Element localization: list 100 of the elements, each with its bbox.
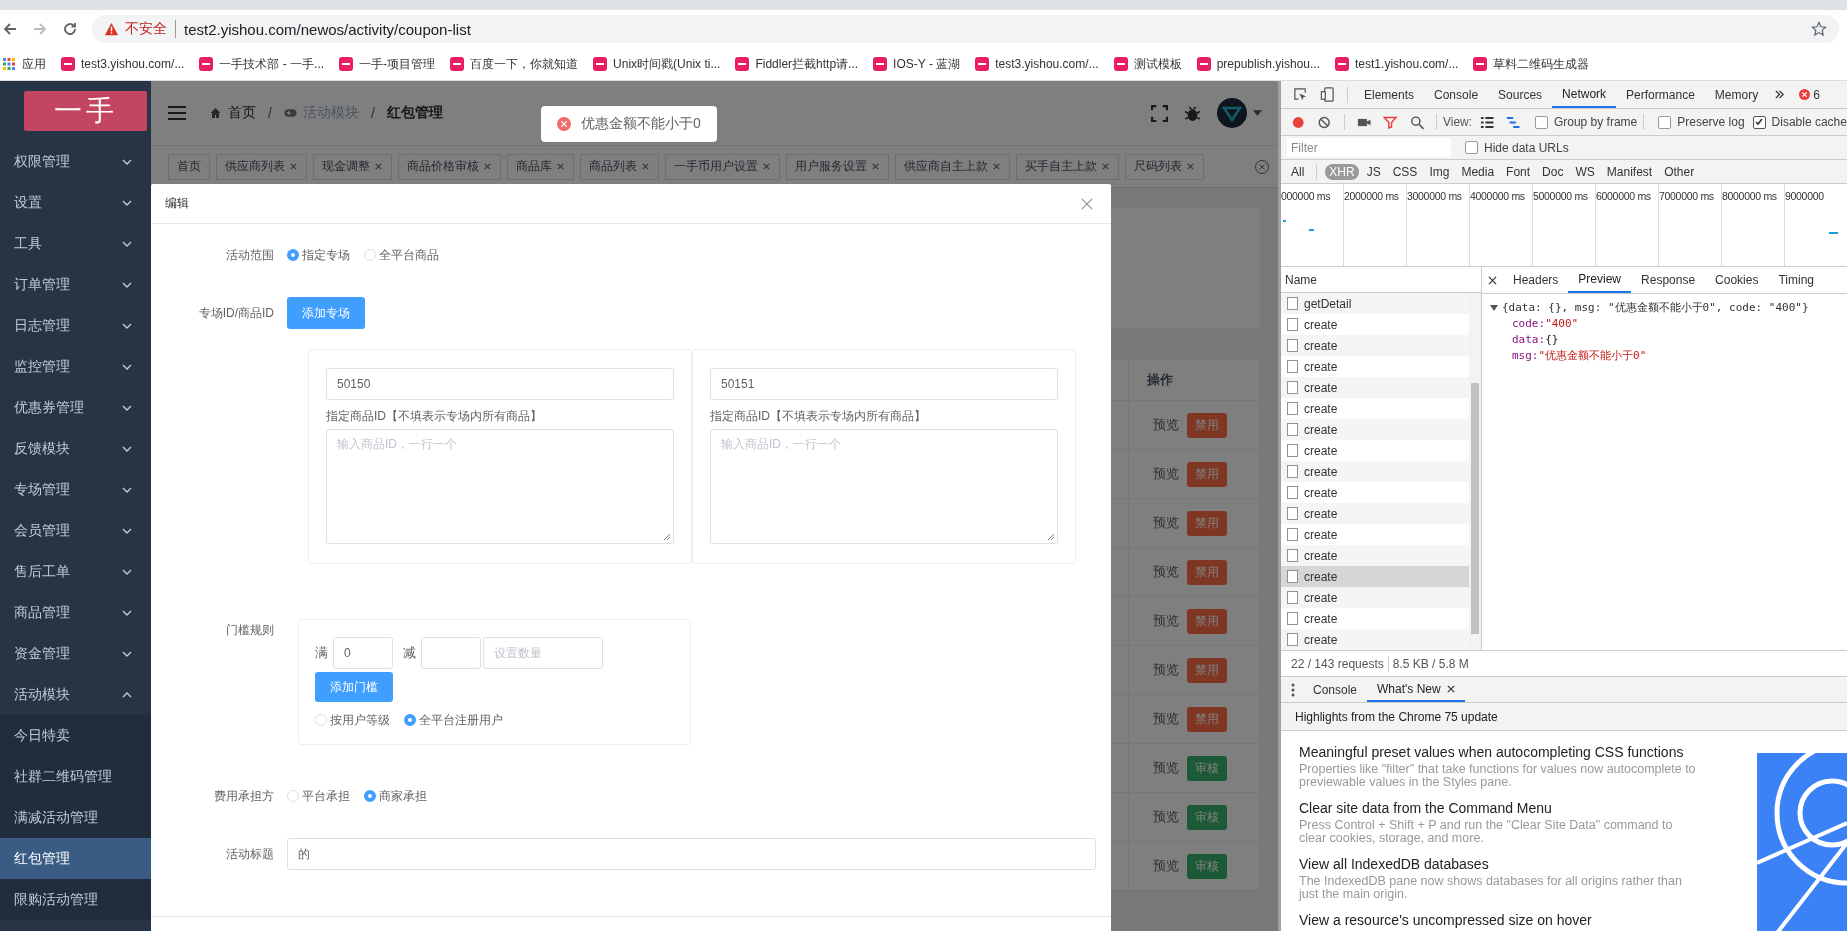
- menu-item[interactable]: 专场管理: [0, 469, 151, 510]
- type-filter[interactable]: All: [1287, 163, 1309, 180]
- bookmark[interactable]: prepublish.yishou...: [1196, 57, 1321, 71]
- close-icon[interactable]: [1446, 684, 1455, 693]
- page-tag[interactable]: 用户服务设置: [786, 153, 889, 180]
- venue-id-field[interactable]: 50151: [710, 368, 1058, 400]
- request-row[interactable]: create: [1281, 377, 1469, 398]
- type-filter[interactable]: Media: [1457, 163, 1499, 180]
- devtools-tab[interactable]: Performance: [1616, 81, 1705, 108]
- checkbox[interactable]: [1534, 115, 1548, 129]
- waterfall-icon[interactable]: [1506, 114, 1521, 130]
- request-row[interactable]: create: [1281, 356, 1469, 377]
- checkbox-option[interactable]: Preserve log: [1658, 115, 1745, 129]
- detail-tab[interactable]: Response: [1631, 267, 1706, 293]
- detail-tab[interactable]: Headers: [1503, 267, 1569, 293]
- checkbox[interactable]: [1658, 115, 1672, 129]
- resize-handle-icon[interactable]: [1047, 533, 1055, 541]
- request-row[interactable]: create: [1281, 608, 1469, 629]
- request-row[interactable]: create: [1281, 629, 1469, 650]
- request-row[interactable]: create: [1281, 440, 1469, 461]
- submenu-item[interactable]: 社群二维码管理: [0, 756, 151, 797]
- page-tag[interactable]: 现金调整: [313, 153, 392, 180]
- address-bar[interactable]: 不安全 test2.yishou.com/newos/activity/coupon-list: [92, 15, 1839, 43]
- request-row[interactable]: create: [1281, 314, 1469, 335]
- menu-item[interactable]: 工具: [0, 223, 151, 264]
- type-filter[interactable]: Img: [1425, 163, 1454, 180]
- breadcrumb-link[interactable]: 首页: [228, 104, 256, 122]
- title-field[interactable]: 的: [287, 838, 1096, 870]
- page-tag[interactable]: 首页: [168, 153, 210, 180]
- detail-tab[interactable]: Preview: [1568, 267, 1632, 293]
- checkbox-option[interactable]: Disable cache: [1752, 115, 1847, 129]
- checkbox-option[interactable]: Group by frame: [1534, 115, 1638, 129]
- menu-item[interactable]: 商品管理: [0, 592, 151, 633]
- feature-title[interactable]: View all IndexedDB databases: [1299, 855, 1757, 873]
- bookmark[interactable]: 一手技术部 - 一手...: [199, 55, 325, 73]
- request-row[interactable]: create: [1281, 566, 1469, 587]
- type-filter[interactable]: Doc: [1538, 163, 1568, 180]
- detail-tab[interactable]: Timing: [1768, 267, 1824, 293]
- page-tag[interactable]: 商品价格审核: [398, 153, 501, 180]
- type-filter[interactable]: Other: [1660, 163, 1699, 180]
- request-row[interactable]: create: [1281, 398, 1469, 419]
- scrollbar[interactable]: [1469, 293, 1481, 650]
- bookmark[interactable]: 应用: [2, 55, 46, 73]
- menu-item[interactable]: 资金管理: [0, 633, 151, 674]
- submenu-item[interactable]: 满减活动管理: [0, 797, 151, 838]
- bookmark[interactable]: test3.yishou.com/...: [975, 57, 1099, 71]
- bookmark[interactable]: Unix时间戳(Unix ti...: [593, 55, 721, 73]
- fullscreen-icon[interactable]: [1151, 104, 1168, 122]
- bug-icon[interactable]: [1184, 104, 1201, 122]
- devtools-tab[interactable]: Console: [1424, 81, 1489, 108]
- forward-icon[interactable]: [32, 21, 48, 37]
- menu-item[interactable]: 售后工单: [0, 551, 151, 592]
- request-row[interactable]: getDetail: [1281, 293, 1469, 314]
- feature-title[interactable]: Clear site data from the Command Menu: [1299, 799, 1757, 817]
- bookmark[interactable]: 草料二维码生成器: [1473, 55, 1590, 73]
- minus-amount-field[interactable]: [421, 637, 481, 669]
- checkbox-option[interactable]: Hide data URLs: [1465, 140, 1569, 155]
- device-icon[interactable]: [1320, 87, 1335, 102]
- type-filter[interactable]: Font: [1502, 163, 1535, 180]
- full-amount-field[interactable]: 0: [333, 637, 393, 669]
- feature-title[interactable]: Meaningful preset values when autocompleting CSS functions: [1299, 743, 1757, 761]
- menu-item[interactable]: 优惠券管理: [0, 387, 151, 428]
- page-tag[interactable]: 买手自主上款: [1016, 153, 1119, 180]
- menu-item[interactable]: 日志管理: [0, 305, 151, 346]
- star-icon[interactable]: [1811, 21, 1827, 37]
- drawer-tab[interactable]: Console: [1303, 677, 1368, 702]
- page-tag[interactable]: 尺码列表: [1125, 153, 1204, 180]
- menu-icon[interactable]: [167, 105, 187, 121]
- radio-button[interactable]: [404, 714, 416, 726]
- request-row[interactable]: create: [1281, 335, 1469, 356]
- radio-button[interactable]: [287, 249, 299, 261]
- bookmark[interactable]: IOS-Y - 蓝湖: [873, 55, 961, 73]
- bookmark[interactable]: test1.yishou.com/...: [1335, 57, 1459, 71]
- menu-item[interactable]: 权限管理: [0, 141, 151, 182]
- chevron-double-icon[interactable]: [1774, 89, 1786, 100]
- expand-triangle-icon[interactable]: [1490, 304, 1498, 312]
- clear-icon[interactable]: [1317, 114, 1332, 130]
- devtools-tab[interactable]: Sources: [1488, 81, 1553, 108]
- radio-option[interactable]: 平台承担: [287, 787, 350, 805]
- resize-handle-icon[interactable]: [663, 533, 671, 541]
- list-view-icon[interactable]: [1480, 114, 1495, 130]
- back-icon[interactable]: [2, 21, 18, 37]
- type-filter[interactable]: WS: [1571, 163, 1599, 180]
- request-row[interactable]: create: [1281, 524, 1469, 545]
- detail-tab[interactable]: Cookies: [1705, 267, 1769, 293]
- menu-item[interactable]: 会员管理: [0, 510, 151, 551]
- radio-option[interactable]: 全平台注册用户: [404, 711, 503, 729]
- bookmark[interactable]: 百度一下，你就知道: [450, 55, 579, 73]
- feature-title[interactable]: View a resource's uncompressed size on hover: [1299, 911, 1757, 929]
- menu-item[interactable]: 反馈模块: [0, 428, 151, 469]
- bookmark[interactable]: test3.yishou.com/...: [61, 57, 185, 71]
- venue-id-field[interactable]: 50150: [326, 368, 674, 400]
- request-row[interactable]: create: [1281, 482, 1469, 503]
- avatar-icon[interactable]: [1217, 98, 1247, 128]
- page-tag[interactable]: 商品库: [507, 153, 574, 180]
- request-row[interactable]: create: [1281, 545, 1469, 566]
- more-options-icon[interactable]: [1291, 682, 1295, 697]
- caret-icon[interactable]: [1253, 110, 1262, 116]
- submenu-item[interactable]: 今日特卖: [0, 715, 151, 756]
- page-tag[interactable]: 供应商自主上款: [895, 153, 1010, 180]
